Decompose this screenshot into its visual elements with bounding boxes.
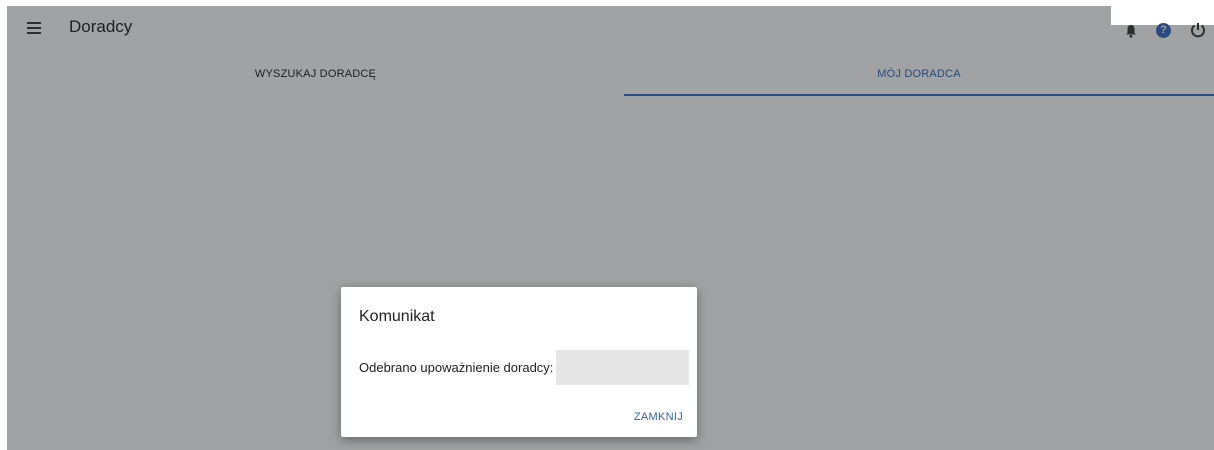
top-app-bar: Doradcy ? xyxy=(7,6,1214,56)
top-icons: ? xyxy=(1104,6,1214,50)
bell-icon[interactable] xyxy=(1124,24,1138,38)
menu-icon[interactable] xyxy=(27,20,45,38)
dialog-title: Komunikat xyxy=(359,308,435,325)
dialog-message: Odebrano upoważnienie doradcy: xyxy=(359,360,554,375)
close-button[interactable]: ZAMKNIJ xyxy=(634,411,683,423)
help-icon[interactable]: ? xyxy=(1156,23,1171,38)
power-icon[interactable] xyxy=(1190,22,1206,38)
tab-bar: WYSZUKAJ DORADCĘ MÓJ DORADCA xyxy=(7,56,1214,96)
page-title: Doradcy xyxy=(69,17,133,36)
tab-my-advisor[interactable]: MÓJ DORADCA xyxy=(624,56,1214,96)
message-dialog: Komunikat Odebrano upoważnienie doradcy:… xyxy=(341,287,697,437)
advisor-value-redacted xyxy=(556,350,689,385)
tab-search-advisor[interactable]: WYSZUKAJ DORADCĘ xyxy=(7,56,624,94)
app-window: Doradcy ? WYSZUKAJ DORADCĘ MÓJ DORADCA K… xyxy=(7,6,1214,450)
